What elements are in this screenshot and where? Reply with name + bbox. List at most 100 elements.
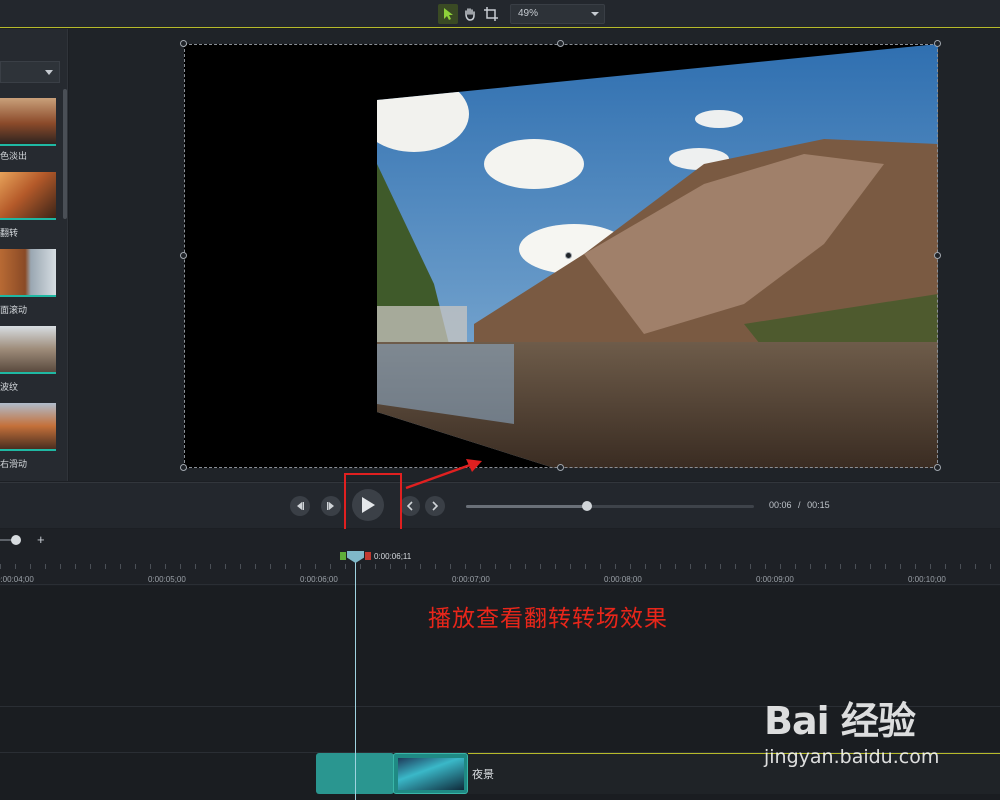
top-toolbar: 49% — [0, 0, 1000, 28]
resize-handle[interactable] — [557, 464, 564, 471]
mountain-thumbnail-image — [0, 172, 56, 218]
pointer-icon — [444, 8, 453, 20]
ruler-tick — [675, 564, 676, 569]
ruler-tick — [390, 564, 391, 569]
mountain-thumbnail-image — [0, 326, 56, 372]
ruler-tick — [360, 564, 361, 569]
ruler-tick — [750, 564, 751, 569]
playhead-time: 0:00:06;11 — [374, 552, 412, 561]
ruler-tick — [195, 564, 196, 569]
previous-frame-button[interactable] — [290, 496, 310, 516]
transition-thumbnail[interactable] — [0, 249, 56, 297]
transition-label: 色淡出 — [0, 151, 28, 161]
baidu-watermark: Bai 经验 jingyan.baidu.com — [764, 690, 939, 768]
ruler-tick — [690, 564, 691, 569]
playhead-line — [355, 562, 356, 800]
zoom-level-dropdown[interactable]: 49% — [510, 4, 605, 24]
playback-scrubber-handle[interactable] — [582, 501, 592, 511]
crop-tool-button[interactable] — [481, 4, 501, 24]
ruler-label: 0:00:06;00 — [300, 575, 338, 584]
transition-thumbnail[interactable] — [0, 403, 56, 451]
resize-handle[interactable] — [180, 40, 187, 47]
ruler-tick — [855, 564, 856, 569]
next-frame-button[interactable] — [321, 496, 341, 516]
transitions-panel: 色淡出 翻转 面滚动 波纹 右滑动 — [0, 29, 68, 481]
ruler-tick — [840, 564, 841, 569]
zoom-in-icon[interactable]: + — [37, 532, 45, 547]
ruler-tick — [555, 564, 556, 569]
panel-scrollbar[interactable] — [63, 89, 67, 219]
transition-category-dropdown[interactable] — [0, 61, 60, 83]
resize-handle[interactable] — [557, 40, 564, 47]
ruler-tick — [45, 564, 46, 569]
ruler-tick — [495, 564, 496, 569]
ruler-tick — [540, 564, 541, 569]
ruler-label: 0:00:10;00 — [908, 575, 946, 584]
ruler-tick — [450, 564, 451, 569]
in-point-marker[interactable] — [340, 552, 346, 560]
video-preview[interactable] — [184, 44, 938, 468]
clip-label: 夜景 — [472, 769, 494, 781]
resize-handle[interactable] — [934, 40, 941, 47]
ruler-tick — [765, 564, 766, 569]
ruler-tick — [165, 564, 166, 569]
ruler-tick — [30, 564, 31, 569]
ruler-tick — [720, 564, 721, 569]
ruler-tick — [945, 564, 946, 569]
ruler-tick — [435, 564, 436, 569]
mountain-thumbnail-image — [0, 403, 56, 449]
transition-thumbnail[interactable] — [0, 98, 56, 146]
ruler-tick — [780, 564, 781, 569]
ruler-tick — [75, 564, 76, 569]
ruler-tick — [735, 564, 736, 569]
watermark-url: jingyan.baidu.com — [764, 746, 940, 768]
total-time: 00:15 — [807, 500, 830, 510]
ruler-tick — [375, 564, 376, 569]
ruler-tick — [270, 564, 271, 569]
zoom-level-value: 49% — [518, 8, 539, 19]
playback-progress-fill — [466, 505, 587, 508]
ruler-tick — [510, 564, 511, 569]
ruler-tick — [105, 564, 106, 569]
chevron-left-icon — [406, 501, 413, 511]
ruler-label: 0:00:04;00 — [0, 575, 34, 584]
ruler-tick — [60, 564, 61, 569]
transition-label: 波纹 — [0, 382, 19, 392]
ruler-tick — [285, 564, 286, 569]
ruler-tick — [345, 564, 346, 569]
transition-label: 右滑动 — [0, 459, 28, 469]
center-handle[interactable] — [565, 252, 572, 259]
ruler-tick — [615, 564, 616, 569]
annotation-arrow-icon — [405, 459, 482, 490]
ruler-tick — [705, 564, 706, 569]
ruler-tick — [405, 564, 406, 569]
select-tool-button[interactable] — [438, 4, 458, 24]
transition-label: 翻转 — [0, 228, 19, 238]
transition-thumbnail[interactable] — [0, 326, 56, 374]
ruler-tick — [885, 564, 886, 569]
ruler-tick — [930, 564, 931, 569]
ruler-tick — [915, 564, 916, 569]
resize-handle[interactable] — [180, 252, 187, 259]
watermark-brand: Bai 经验 — [764, 699, 916, 743]
annotation-text: 播放查看翻转转场效果 — [428, 605, 668, 631]
timeline-zoom-handle[interactable] — [11, 535, 21, 545]
pan-tool-button[interactable] — [460, 4, 480, 24]
resize-handle[interactable] — [934, 252, 941, 259]
ruler-tick — [825, 564, 826, 569]
next-marker-button[interactable] — [425, 496, 445, 516]
resize-handle[interactable] — [180, 464, 187, 471]
ruler-tick — [660, 564, 661, 569]
ruler-tick — [330, 564, 331, 569]
ruler-tick — [15, 564, 16, 569]
resize-handle[interactable] — [934, 464, 941, 471]
previous-marker-button[interactable] — [400, 496, 420, 516]
transition-thumbnail[interactable] — [0, 172, 56, 220]
ruler-tick — [975, 564, 976, 569]
video-clip[interactable] — [393, 753, 468, 794]
ruler-label: 0:00:07;00 — [452, 575, 490, 584]
ruler-tick — [420, 564, 421, 569]
ruler-tick — [465, 564, 466, 569]
ruler-tick — [225, 564, 226, 569]
out-point-marker[interactable] — [365, 552, 371, 560]
